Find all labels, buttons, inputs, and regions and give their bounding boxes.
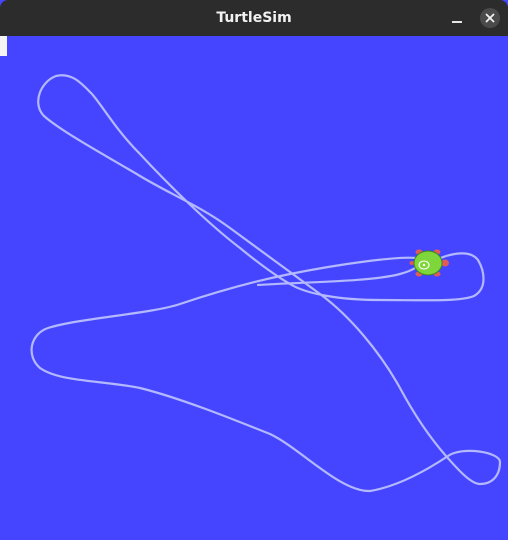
- minimize-icon: [452, 21, 462, 23]
- turtlesim-window: TurtleSim: [0, 0, 508, 540]
- turtle-icon: [409, 249, 449, 277]
- turtle-trail: [30, 74, 502, 493]
- minimize-button[interactable]: [447, 8, 467, 28]
- close-icon: [485, 13, 495, 23]
- title-bar[interactable]: TurtleSim: [0, 0, 508, 36]
- close-button[interactable]: [480, 8, 500, 28]
- turtle-canvas: [30, 74, 502, 493]
- window-title: TurtleSim: [216, 10, 292, 26]
